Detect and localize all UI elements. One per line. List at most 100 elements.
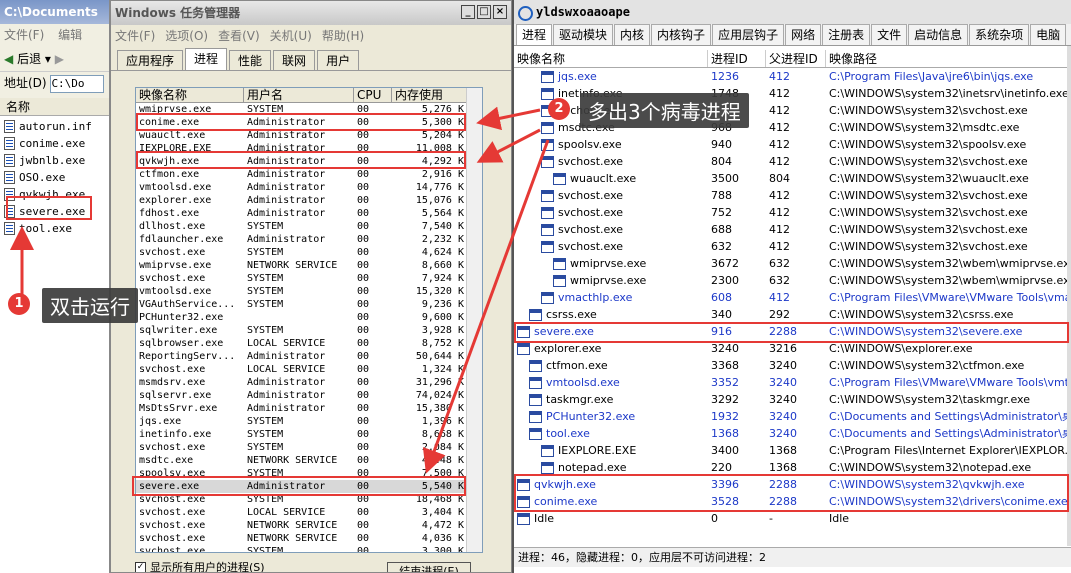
column-name[interactable]: 名称	[0, 98, 109, 116]
table-row[interactable]: wuauclt.exe Administrator 00 5,204 K	[136, 129, 482, 142]
table-row[interactable]: svchost.exe 688 412 C:\WINDOWS\system32\svc…	[514, 221, 1071, 238]
col-memory[interactable]: 内存使用	[392, 88, 468, 102]
file-item[interactable]: jwbnlb.exe	[0, 152, 109, 169]
tab-4[interactable]: 应用层钩子	[712, 24, 785, 45]
file-item[interactable]: severe.exe	[0, 203, 109, 220]
table-row[interactable]: svchost.exe SYSTEM 00 18,468 K	[136, 493, 482, 506]
table-row[interactable]: conime.exe 3528 2288 C:\WINDOWS\system32\dr…	[514, 493, 1071, 510]
table-row[interactable]: svchost.exe SYSTEM 00 4,624 K	[136, 246, 482, 259]
table-row[interactable]: VGAuthService... SYSTEM 00 9,236 K	[136, 298, 482, 311]
table-row[interactable]: qvkwjh.exe Administrator 00 4,292 K	[136, 155, 482, 168]
table-row[interactable]: ReportingServ... Administrator 00 50,644 K	[136, 350, 482, 363]
table-row[interactable]: taskmgr.exe 3292 3240 C:\WINDOWS\system32\t…	[514, 391, 1071, 408]
table-row[interactable]: csrss.exe 340 292 C:\WINDOWS\system32\csrss…	[514, 306, 1071, 323]
table-row[interactable]: wmiprvse.exe SYSTEM 00 5,276 K	[136, 103, 482, 116]
tab-2[interactable]: 内核	[614, 24, 651, 45]
table-row[interactable]: svchost.exe SYSTEM 00 7,924 K	[136, 272, 482, 285]
table-row[interactable]: svchost.exe NETWORK SERVICE 00 4,472 K	[136, 519, 482, 532]
table-row[interactable]: msmdsrv.exe Administrator 00 31,296 K	[136, 376, 482, 389]
table-row[interactable]: svchost.exe NETWORK SERVICE 00 4,036 K	[136, 532, 482, 545]
table-row[interactable]: fdlauncher.exe Administrator 00 2,232 K	[136, 233, 482, 246]
file-item[interactable]: conime.exe	[0, 135, 109, 152]
maximize-button[interactable]: □	[477, 5, 491, 19]
tab-6[interactable]: 注册表	[822, 24, 871, 45]
table-row[interactable]: sqlwriter.exe SYSTEM 00 3,928 K	[136, 324, 482, 337]
tab-4[interactable]: 用户	[317, 50, 360, 70]
forward-icon[interactable]: ▶	[55, 52, 64, 66]
end-process-button[interactable]: 结束进程(E)	[387, 562, 471, 572]
table-row[interactable]: vmacthlp.exe 608 412 C:\Program Files\VMwar…	[514, 289, 1071, 306]
table-row[interactable]: svchost.exe SYSTEM 00 2,084 K	[136, 441, 482, 454]
table-row[interactable]: MsDtsSrvr.exe Administrator 00 15,380 K	[136, 402, 482, 415]
table-row[interactable]: wmiprvse.exe 2300 632 C:\WINDOWS\system32\w…	[514, 272, 1071, 289]
tab-0[interactable]: 进程	[516, 24, 553, 45]
back-button[interactable]: 后退	[17, 52, 41, 66]
table-row[interactable]: IEXPLORE.EXE 3400 1368 C:\Program Files\Int…	[514, 442, 1071, 459]
table-row[interactable]: dllhost.exe SYSTEM 00 7,540 K	[136, 220, 482, 233]
table-row[interactable]: svchost.exe 632 412 C:\WINDOWS\system32\svc…	[514, 238, 1071, 255]
scrollbar[interactable]	[466, 88, 482, 552]
tab-10[interactable]: 电脑	[1030, 24, 1067, 45]
table-row[interactable]: svchost.exe SYSTEM 00 3,300 K	[136, 545, 482, 552]
col-path[interactable]: 映像路径	[826, 50, 1068, 67]
table-row[interactable]: jqs.exe SYSTEM 00 1,396 K	[136, 415, 482, 428]
tab-2[interactable]: 性能	[229, 50, 272, 70]
table-row[interactable]: svchost.exe 752 412 C:\WINDOWS\system32\svc…	[514, 204, 1071, 221]
table-row[interactable]: severe.exe Administrator 00 5,540 K	[136, 480, 482, 493]
address-input[interactable]: C:\Do	[50, 74, 105, 93]
table-row[interactable]: conime.exe Administrator 00 5,300 K	[136, 116, 482, 129]
table-row[interactable]: spoolsv.exe SYSTEM 00 7,500 K	[136, 467, 482, 480]
table-row[interactable]: PCHunter32.exe 1932 3240 C:\Documents and S…	[514, 408, 1071, 425]
table-row[interactable]: vmtoolsd.exe SYSTEM 00 15,320 K	[136, 285, 482, 298]
tab-1[interactable]: 进程	[185, 48, 228, 70]
file-item[interactable]: qvkwjh.exe	[0, 186, 109, 203]
tab-1[interactable]: 驱动模块	[553, 24, 614, 45]
tab-3[interactable]: 联网	[273, 50, 316, 70]
col-pid[interactable]: 进程ID	[708, 50, 766, 67]
tab-0[interactable]: 应用程序	[117, 50, 184, 70]
table-row[interactable]: IEXPLORE.EXE Administrator 00 11,008 K	[136, 142, 482, 155]
table-row[interactable]: spoolsv.exe 940 412 C:\WINDOWS\system32\spo…	[514, 136, 1071, 153]
tab-7[interactable]: 文件	[871, 24, 908, 45]
table-row[interactable]: qvkwjh.exe 3396 2288 C:\WINDOWS\system32\qv…	[514, 476, 1071, 493]
menu-item[interactable]: 查看(V)	[218, 29, 260, 43]
table-row[interactable]: ctfmon.exe 3368 3240 C:\WINDOWS\system32\ct…	[514, 357, 1071, 374]
table-row[interactable]: wmiprvse.exe 3672 632 C:\WINDOWS\system32\w…	[514, 255, 1071, 272]
table-row[interactable]: svchost.exe 788 412 C:\WINDOWS\system32\svc…	[514, 187, 1071, 204]
table-row[interactable]: inetinfo.exe SYSTEM 00 8,668 K	[136, 428, 482, 441]
table-row[interactable]: msdtc.exe NETWORK SERVICE 00 4,448 K	[136, 454, 482, 467]
table-row[interactable]: wmiprvse.exe NETWORK SERVICE 00 8,660 K	[136, 259, 482, 272]
table-row[interactable]: tool.exe 1368 3240 C:\Documents and Setting…	[514, 425, 1071, 442]
tab-5[interactable]: 网络	[785, 24, 822, 45]
table-row[interactable]: explorer.exe 3240 3216 C:\WINDOWS\explorer.…	[514, 340, 1071, 357]
col-ppid[interactable]: 父进程ID	[766, 50, 826, 67]
table-row[interactable]: vmtoolsd.exe Administrator 00 14,776 K	[136, 181, 482, 194]
tab-3[interactable]: 内核钩子	[651, 24, 712, 45]
menu-edit[interactable]: 编辑	[58, 28, 82, 42]
table-row[interactable]: jqs.exe 1236 412 C:\Program Files\Java\jre6…	[514, 68, 1071, 85]
table-row[interactable]: wuauclt.exe 3500 804 C:\WINDOWS\system32\wu…	[514, 170, 1071, 187]
file-item[interactable]: tool.exe	[0, 220, 109, 237]
back-icon[interactable]: ◀	[4, 52, 13, 66]
table-row[interactable]: ctfmon.exe Administrator 00 2,916 K	[136, 168, 482, 181]
show-all-users[interactable]: ✓ 显示所有用户的进程(S)	[135, 559, 265, 572]
menu-item[interactable]: 帮助(H)	[322, 29, 364, 43]
scrollbar[interactable]	[1067, 46, 1071, 546]
show-all-checkbox[interactable]: ✓	[135, 561, 146, 572]
table-row[interactable]: sqlservr.exe Administrator 00 74,024 K	[136, 389, 482, 402]
menu-item[interactable]: 关机(U)	[270, 29, 312, 43]
col-cpu[interactable]: CPU	[354, 88, 392, 102]
col-user-name[interactable]: 用户名	[244, 88, 354, 102]
table-row[interactable]: PCHunter32.exe 00 9,600 K	[136, 311, 482, 324]
col-image-name[interactable]: 映像名称	[514, 50, 708, 67]
table-row[interactable]: explorer.exe Administrator 00 15,076 K	[136, 194, 482, 207]
file-item[interactable]: OSO.exe	[0, 169, 109, 186]
table-row[interactable]: svchost.exe LOCAL SERVICE 00 3,404 K	[136, 506, 482, 519]
file-item[interactable]: autorun.inf	[0, 118, 109, 135]
menu-item[interactable]: 文件(F)	[115, 29, 155, 43]
table-row[interactable]: svchost.exe LOCAL SERVICE 00 1,324 K	[136, 363, 482, 376]
table-row[interactable]: notepad.exe 220 1368 C:\WINDOWS\system32\no…	[514, 459, 1071, 476]
table-row[interactable]: sqlbrowser.exe LOCAL SERVICE 00 8,752 K	[136, 337, 482, 350]
table-row[interactable]: vmtoolsd.exe 3352 3240 C:\Program Files\VMw…	[514, 374, 1071, 391]
menu-file[interactable]: 文件(F)	[4, 28, 44, 42]
